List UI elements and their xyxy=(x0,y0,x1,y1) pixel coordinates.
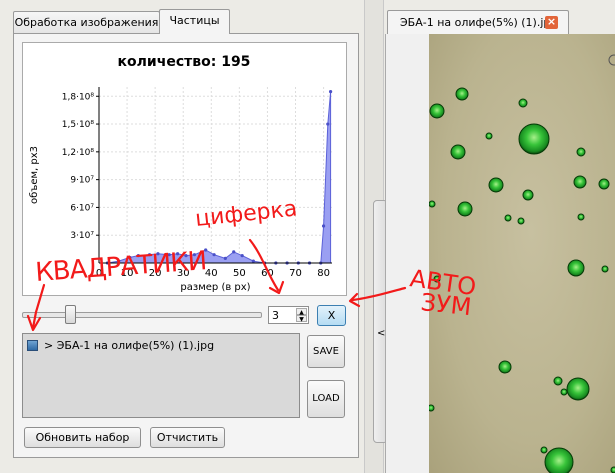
annotation-layer: КВАДРАТИКИ циферка АВТО ЗУМ xyxy=(26,196,478,332)
annotation-digit: циферка xyxy=(194,196,298,232)
annotation-zoom: ЗУМ xyxy=(419,288,472,321)
tab-particles[interactable]: Частицы xyxy=(159,9,230,34)
annotation-squares: КВАДРАТИКИ xyxy=(34,246,207,288)
